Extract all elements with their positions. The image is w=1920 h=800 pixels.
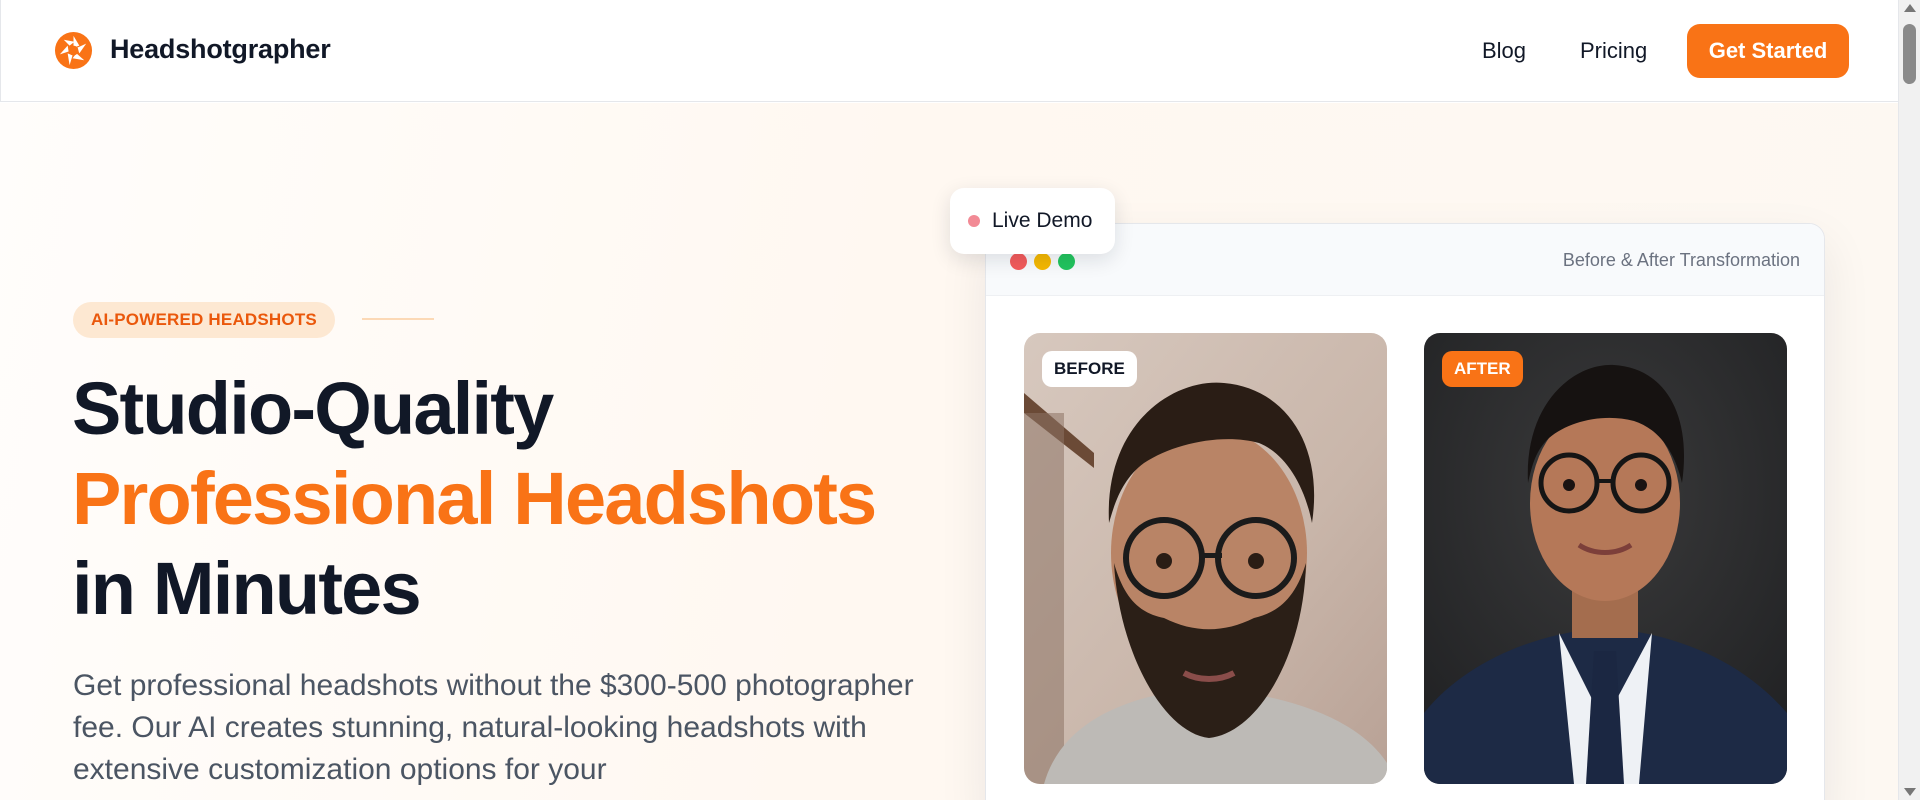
headline-line-3: in Minutes bbox=[72, 547, 422, 630]
before-photo: BEFORE bbox=[1024, 333, 1387, 784]
headline-line-2: Professional Headshots bbox=[72, 457, 877, 540]
demo-window: Before & After Transformation BEFORE AFT… bbox=[985, 223, 1825, 800]
live-demo-pill: Live Demo bbox=[950, 188, 1115, 254]
hero-subtext: Get professional headshots without the $… bbox=[73, 669, 914, 786]
get-started-button[interactable]: Get Started bbox=[1687, 24, 1849, 78]
window-minimize-dot bbox=[1034, 253, 1051, 270]
ai-badge: AI-POWERED HEADSHOTS bbox=[73, 302, 335, 338]
after-portrait-image bbox=[1424, 333, 1787, 784]
demo-window-title: Before & After Transformation bbox=[1562, 250, 1800, 270]
before-portrait-image bbox=[1024, 333, 1387, 784]
after-label: AFTER bbox=[1442, 351, 1523, 387]
live-demo-label: Live Demo bbox=[992, 209, 1093, 232]
badge-divider bbox=[362, 318, 434, 320]
after-photo: AFTER bbox=[1424, 333, 1787, 784]
hero-section: AI-POWERED HEADSHOTS Studio-Quality Prof… bbox=[0, 103, 1898, 800]
live-indicator-dot bbox=[968, 215, 980, 227]
headline-line-1: Studio-Quality bbox=[72, 367, 554, 450]
nav-blog-link[interactable]: Blog bbox=[1482, 38, 1526, 64]
window-close-dot bbox=[1010, 253, 1027, 270]
site-header: Headshotgrapher Blog Pricing Get Started bbox=[0, 0, 1898, 102]
nav-pricing-link[interactable]: Pricing bbox=[1580, 38, 1647, 64]
scroll-down-arrow-icon[interactable] bbox=[1904, 788, 1916, 796]
scroll-up-arrow-icon[interactable] bbox=[1904, 4, 1916, 12]
brand-name[interactable]: Headshotgrapher bbox=[110, 34, 331, 65]
page-scrollbar[interactable] bbox=[1898, 0, 1920, 800]
aperture-icon[interactable] bbox=[54, 31, 93, 70]
window-maximize-dot bbox=[1058, 253, 1075, 270]
scrollbar-thumb[interactable] bbox=[1903, 24, 1916, 84]
before-label: BEFORE bbox=[1042, 351, 1137, 387]
